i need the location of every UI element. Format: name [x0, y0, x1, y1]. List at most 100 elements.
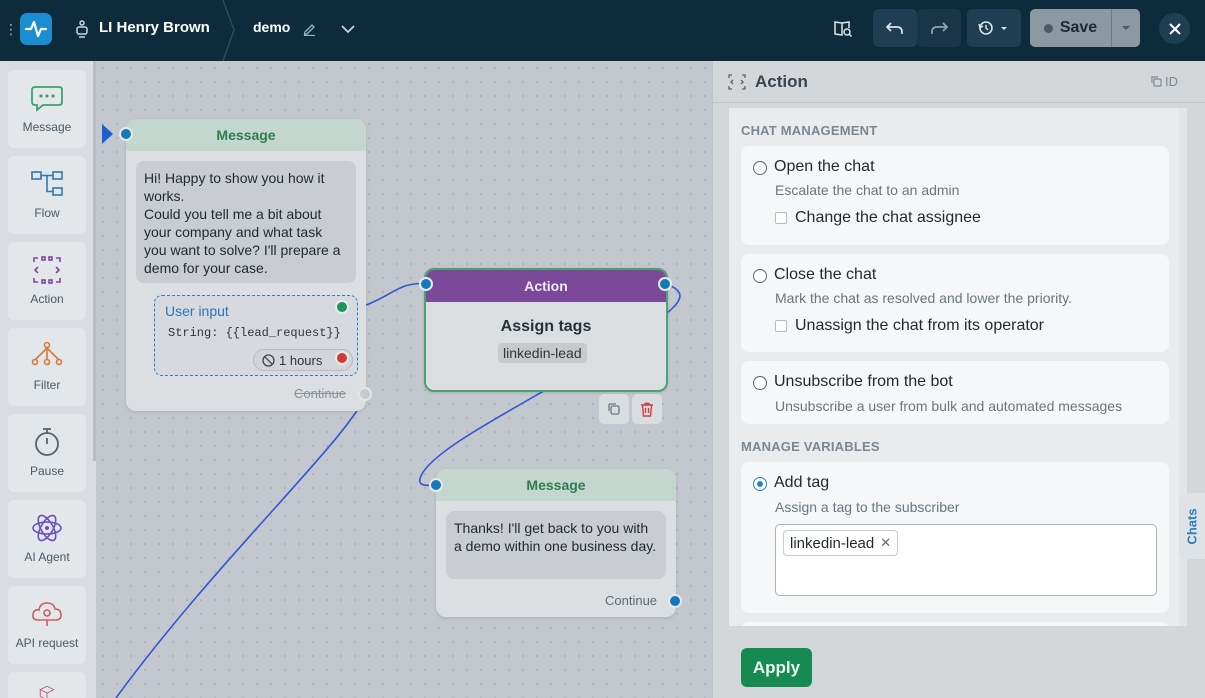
- section-title-manage-variables: MANAGE VARIABLES: [741, 439, 880, 454]
- palette-item-pause[interactable]: Pause: [8, 414, 86, 492]
- radio-close-chat[interactable]: [753, 269, 767, 283]
- checkbox-change-assignee[interactable]: [775, 212, 787, 224]
- user-input-label: User input: [165, 303, 229, 319]
- user-input-variable: String: {{lead_request}}: [168, 326, 341, 340]
- pencil-icon[interactable]: [302, 21, 317, 36]
- panel-header: Action ID: [713, 61, 1205, 103]
- checkbox-label[interactable]: Unassign the chat from its operator: [795, 317, 1044, 335]
- chats-side-tab[interactable]: Chats: [1179, 493, 1205, 559]
- chat-bubble-icon: [31, 86, 63, 112]
- palette-label: Action: [30, 292, 64, 306]
- node-header: Message: [126, 119, 366, 151]
- top-bar: ⋮ LI Henry Brown demo Save: [0, 0, 1205, 61]
- node-header: Action: [426, 270, 666, 302]
- option-card-close-chat[interactable]: Close the chat Mark the chat as resolved…: [741, 254, 1169, 352]
- save-button[interactable]: Save: [1030, 9, 1111, 47]
- palette-label: AI Agent: [24, 550, 70, 564]
- help-book-button[interactable]: [826, 9, 860, 47]
- checkbox-label[interactable]: Change the chat assignee: [795, 209, 981, 227]
- message-node-1[interactable]: Message Hi! Happy to show you how it wor…: [126, 119, 366, 411]
- palette-item-message[interactable]: Message: [8, 70, 86, 148]
- save-label: Save: [1059, 19, 1098, 36]
- redo-icon: [931, 22, 948, 34]
- unsaved-dot: [1043, 23, 1053, 33]
- continue-port[interactable]: [668, 594, 682, 608]
- remove-tag-icon[interactable]: ✕: [880, 535, 891, 551]
- option-label[interactable]: Close the chat: [774, 266, 876, 284]
- palette-item-flow[interactable]: Flow: [8, 156, 86, 234]
- palette-item-api-request[interactable]: API request: [8, 586, 86, 664]
- flow-name[interactable]: demo: [253, 19, 290, 35]
- option-label[interactable]: Add tag: [774, 474, 829, 492]
- input-port[interactable]: [419, 277, 433, 291]
- continue-port[interactable]: [358, 387, 372, 401]
- no-entry-icon: [262, 353, 275, 367]
- action-icon: [728, 74, 746, 90]
- panel-body[interactable]: CHAT MANAGEMENT Open the chat Escalate t…: [729, 108, 1179, 626]
- bot-icon: [76, 20, 88, 38]
- flow-start-arrow: [102, 124, 113, 144]
- undo-button[interactable]: [873, 9, 917, 47]
- kebab-menu-icon[interactable]: ⋮: [4, 20, 18, 38]
- option-label[interactable]: Unsubscribe from the bot: [774, 373, 953, 391]
- filter-icon: [31, 341, 63, 366]
- tag-input[interactable]: linkedin-lead ✕: [775, 524, 1157, 596]
- input-port[interactable]: [119, 127, 133, 141]
- option-card-open-chat[interactable]: Open the chat Escalate the chat to an ad…: [741, 146, 1169, 245]
- box-icon: [39, 685, 55, 698]
- radio-add-tag[interactable]: [753, 477, 767, 491]
- id-label: ID: [1165, 74, 1178, 89]
- book-search-icon: [834, 21, 853, 37]
- flow-canvas[interactable]: Message Hi! Happy to show you how it wor…: [96, 61, 712, 698]
- radio-open-chat[interactable]: [753, 161, 767, 175]
- option-description: Unsubscribe a user from bulk and automat…: [775, 398, 1123, 414]
- timeout-port[interactable]: [335, 351, 349, 365]
- user-input-block[interactable]: User input String: {{lead_request}} 1 ho…: [154, 295, 358, 376]
- palette-item-filter[interactable]: Filter: [8, 328, 86, 406]
- app-logo-icon[interactable]: [20, 13, 52, 45]
- action-title: Assign tags: [500, 318, 592, 335]
- palette-item-more[interactable]: [8, 672, 86, 698]
- option-label[interactable]: Open the chat: [774, 158, 875, 176]
- action-tag: linkedin-lead: [498, 343, 587, 363]
- action-node[interactable]: Action Assign tags linkedin-lead: [424, 268, 668, 392]
- checkbox-unassign-operator[interactable]: [775, 320, 787, 332]
- breadcrumb-separator: [222, 0, 235, 61]
- option-card-add-tag[interactable]: Add tag Assign a tag to the subscriber l…: [741, 462, 1169, 613]
- tag-chip-label: linkedin-lead: [790, 534, 875, 552]
- radio-unsubscribe[interactable]: [753, 376, 767, 390]
- history-icon: [978, 21, 1007, 35]
- bot-name[interactable]: LI Henry Brown: [99, 19, 210, 36]
- palette-label: Pause: [29, 464, 65, 478]
- delete-node-button[interactable]: [632, 394, 662, 424]
- palette-label: Flow: [34, 206, 60, 220]
- api-cloud-icon: [32, 602, 62, 626]
- palette-item-ai-agent[interactable]: AI Agent: [8, 500, 86, 578]
- message-text: Hi! Happy to show you how it works. Coul…: [136, 161, 356, 283]
- option-description: Mark the chat as resolved and lower the …: [775, 290, 1072, 306]
- option-card-unsubscribe[interactable]: Unsubscribe from the bot Unsubscribe a u…: [741, 361, 1169, 424]
- success-port[interactable]: [335, 300, 349, 314]
- history-button[interactable]: [967, 9, 1021, 47]
- palette-label: Filter: [33, 378, 61, 392]
- message-text: Thanks! I'll get back to you with a demo…: [446, 511, 666, 579]
- apply-button[interactable]: Apply: [741, 648, 812, 687]
- message-node-2[interactable]: Message Thanks! I'll get back to you wit…: [436, 469, 676, 617]
- input-port[interactable]: [429, 478, 443, 492]
- trash-icon: [641, 402, 653, 417]
- tag-chip[interactable]: linkedin-lead ✕: [783, 530, 899, 556]
- node-header: Message: [436, 469, 676, 501]
- save-options-button[interactable]: [1111, 9, 1140, 47]
- copy-id-button[interactable]: ID: [1151, 74, 1178, 89]
- undo-icon: [886, 22, 903, 34]
- option-card-next[interactable]: [741, 622, 1169, 626]
- redo-button[interactable]: [917, 9, 961, 47]
- chats-tab-label: Chats: [1184, 507, 1200, 545]
- chevron-down-icon[interactable]: [340, 22, 356, 36]
- close-button[interactable]: [1159, 13, 1190, 44]
- palette-item-action[interactable]: Action: [8, 242, 86, 320]
- output-port[interactable]: [658, 277, 672, 291]
- connection-continue-offscreen: [115, 394, 367, 698]
- palette-label: Message: [22, 120, 72, 134]
- duplicate-node-button[interactable]: [599, 394, 629, 424]
